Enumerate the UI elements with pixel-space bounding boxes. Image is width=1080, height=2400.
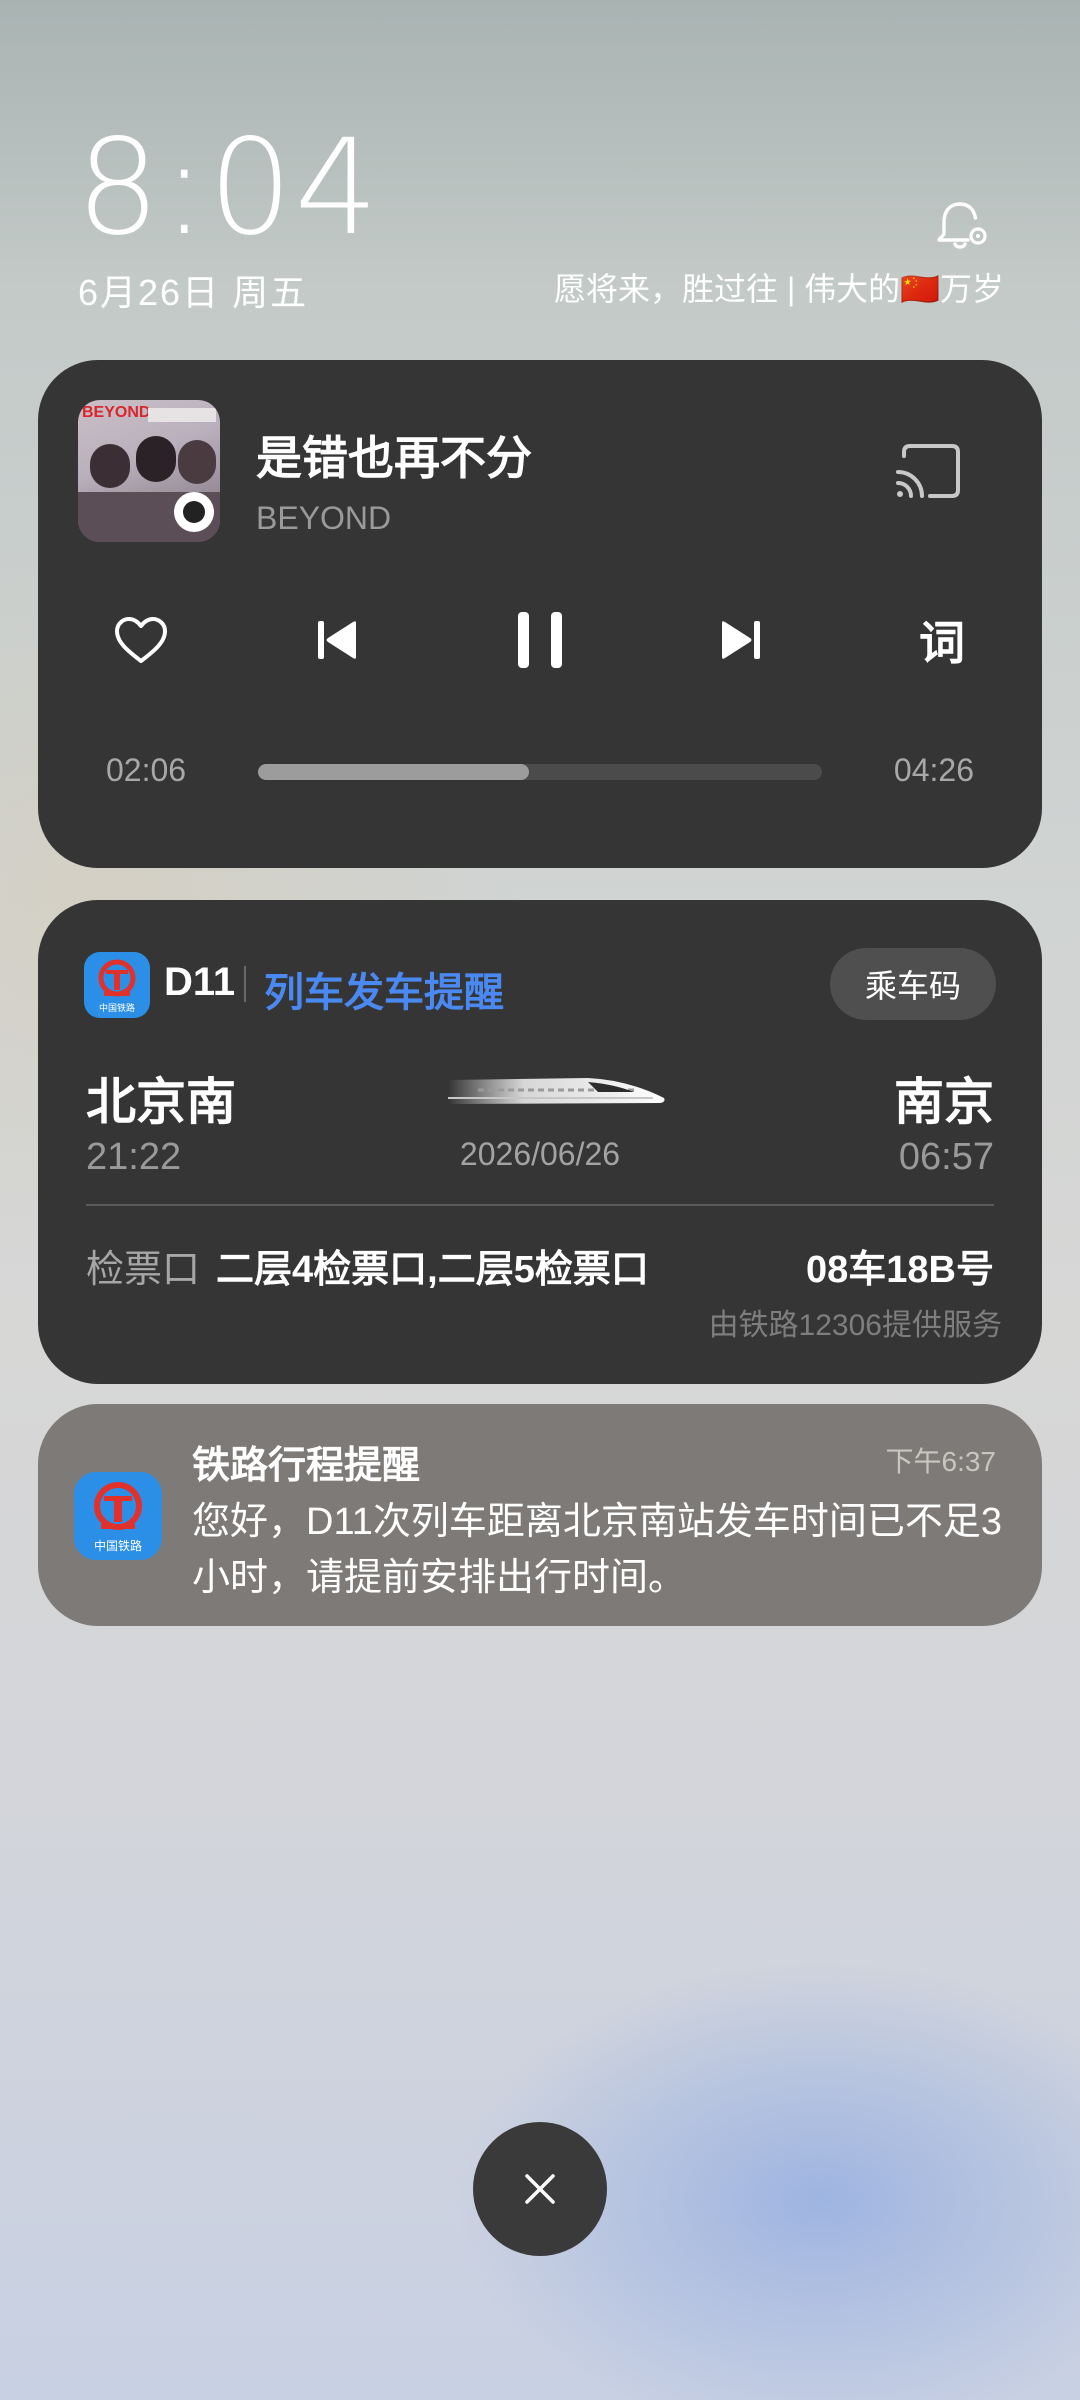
divider [86,1204,994,1206]
ride-code-button[interactable]: 乘车码 [830,948,996,1020]
previous-icon [318,621,356,659]
pause-button[interactable] [502,605,578,675]
arrival-time: 06:57 [898,1136,994,1178]
ticket-gate-label: 检票口 [86,1249,201,1291]
title-separator [244,966,246,1002]
railway-app-icon: 中国铁路 [84,952,150,1018]
pause-icon [518,612,562,668]
seat-number: 08车18B号 [806,1249,994,1291]
clear-notifications-button[interactable] [473,2122,607,2256]
next-button[interactable] [704,605,778,675]
album-art-logo: BEYOND [82,404,151,421]
song-artist: BEYOND [256,500,392,536]
railway-icon-caption: 中国铁路 [93,1539,142,1553]
lock-motto: 愿将来，胜过往 | 伟大的🇨🇳万岁 [554,271,1004,307]
next-icon [722,621,760,659]
departure-station: 北京南 [86,1074,236,1130]
train-reminder-title: 列车发车提醒 [264,971,504,1015]
music-app-icon [174,492,214,532]
arrival-station: 南京 [894,1074,994,1130]
current-time: 02:06 [106,752,187,788]
notification-time: 下午6:37 [885,1446,997,1477]
heart-icon [115,617,167,663]
previous-button[interactable] [300,605,374,675]
railway-notification[interactable]: 中国铁路 铁路行程提醒 下午6:37 您好，D11次列车距离北京南站发车时间已不… [38,1404,1042,1626]
railway-app-icon: 中国铁路 [74,1472,162,1560]
lyrics-button[interactable]: 词 [904,605,980,675]
lock-clock: 8:04 [76,111,381,265]
lock-date: 6月26日 周五 [78,272,309,313]
cast-icon[interactable] [892,442,962,502]
progress-fill [258,764,529,780]
album-art[interactable]: BEYOND [78,400,220,542]
railway-icon-caption: 中国铁路 [98,1003,135,1013]
music-player-card[interactable]: BEYOND 是错也再不分 BEYOND 词 02:06 04:26 [38,360,1042,868]
notification-body: 您好，D11次列车距离北京南站发车时间已不足3小时，请提前安排出行时间。 [192,1501,1003,1599]
train-reminder-card[interactable]: 中国铁路 D11 列车发车提醒 乘车码 北京南 南京 21:22 2026/06… [38,900,1042,1384]
ticket-gate-value: 二层4检票口,二层5检票口 [216,1249,649,1291]
notification-title: 铁路行程提醒 [192,1445,421,1487]
bell-settings-icon[interactable] [934,198,990,256]
service-provider: 由铁路12306提供服务 [708,1309,1002,1342]
total-time: 04:26 [893,752,974,788]
close-icon [525,2174,555,2204]
progress-slider[interactable] [258,764,822,780]
travel-date: 2026/06/26 [459,1136,621,1172]
high-speed-train-icon [448,1078,665,1104]
like-button[interactable] [104,605,178,675]
train-number: D11 [164,960,236,1004]
song-title: 是错也再不分 [256,432,532,484]
